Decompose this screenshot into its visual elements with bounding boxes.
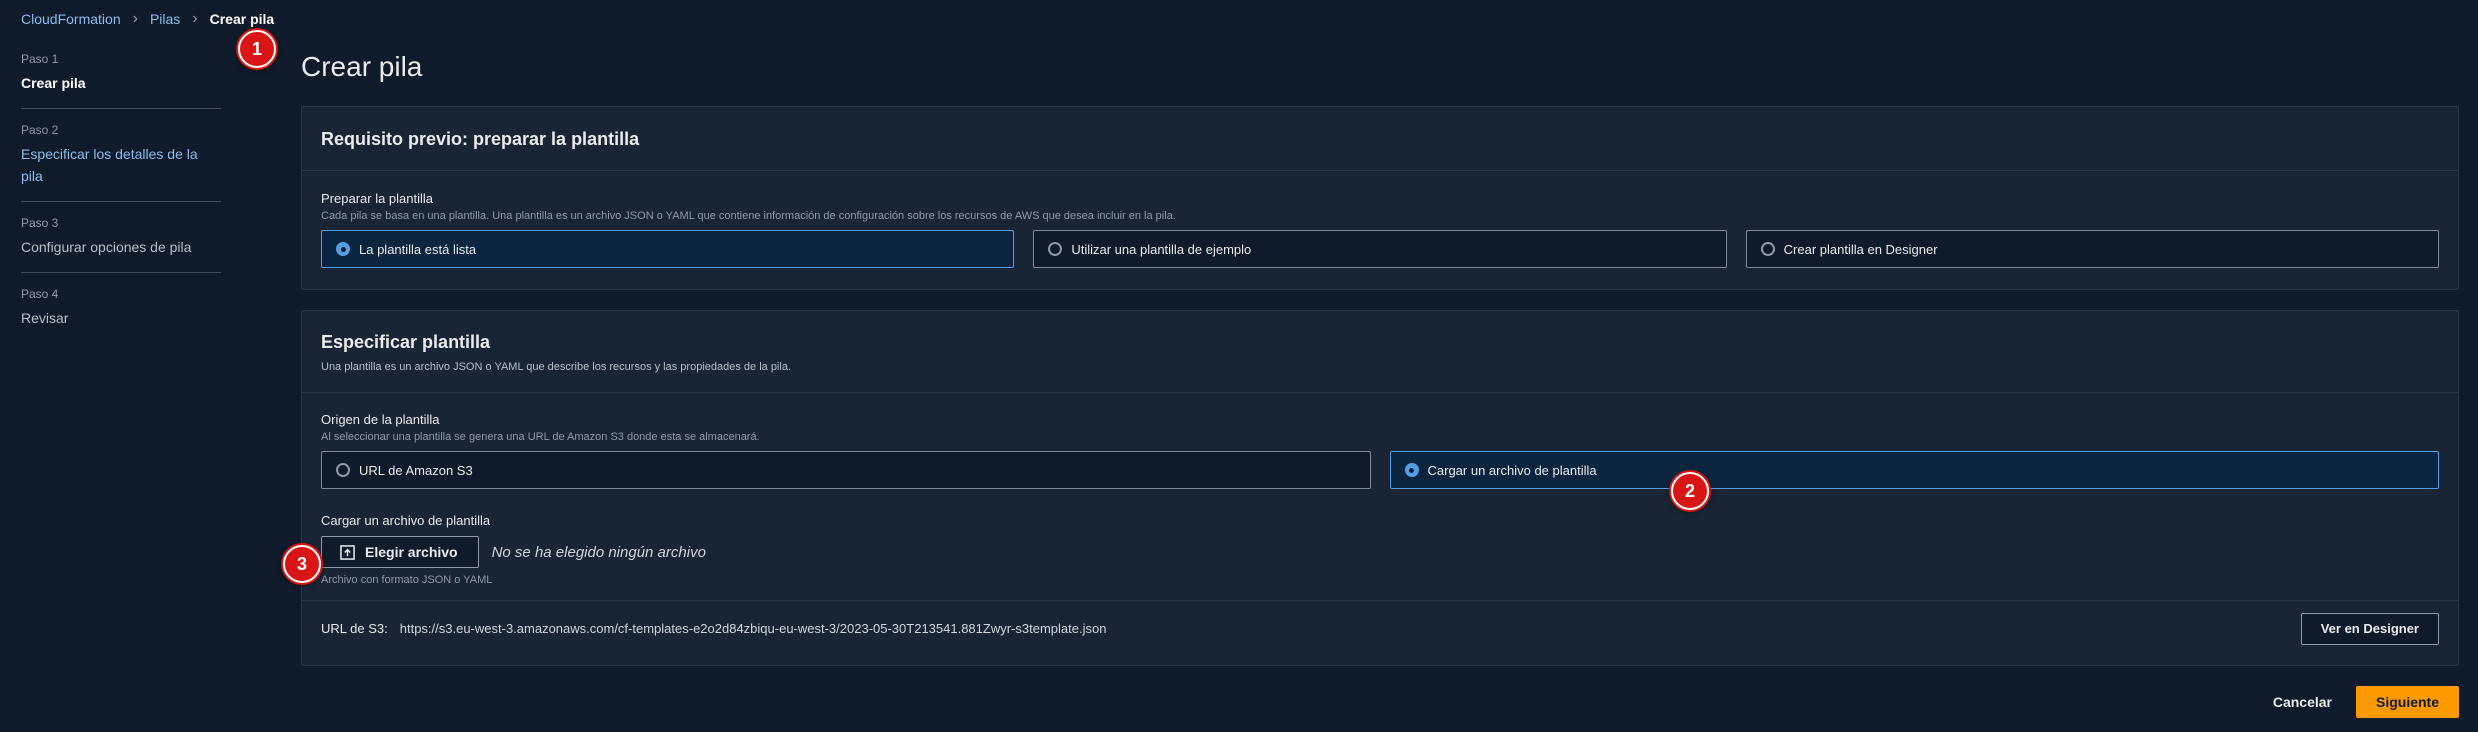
option-create-in-designer[interactable]: Crear plantilla en Designer xyxy=(1745,230,2439,268)
wizard-step-1: Paso 1 Crear pila xyxy=(21,52,221,109)
option-sample-template[interactable]: Utilizar una plantilla de ejemplo xyxy=(1033,230,1727,268)
chevron-right-icon: › xyxy=(192,10,198,27)
specify-template-body: Origen de la plantilla Al seleccionar un… xyxy=(302,393,2458,600)
step-title: Configurar opciones de pila xyxy=(21,239,192,255)
option-upload-template-file[interactable]: Cargar un archivo de plantilla xyxy=(1389,451,2439,489)
specify-template-description: Una plantilla es un archivo JSON o YAML … xyxy=(321,361,791,373)
radio-unselected-icon xyxy=(1048,242,1063,256)
wizard-step-4: Paso 4 Revisar xyxy=(21,287,221,343)
choose-file-button[interactable]: Elegir archivo xyxy=(321,536,479,568)
template-source-options: URL de Amazon S3 Cargar un archivo de pl… xyxy=(321,451,2439,489)
option-label: La plantilla está lista xyxy=(359,241,477,257)
no-file-chosen-text: No se ha elegido ningún archivo xyxy=(491,543,706,561)
wizard-step-2: Paso 2 Especificar los detalles de la pi… xyxy=(21,123,221,202)
step-title: Revisar xyxy=(21,310,69,326)
prepare-template-options: La plantilla está lista Utilizar una pla… xyxy=(321,230,2439,268)
wizard-step-3: Paso 3 Configurar opciones de pila xyxy=(21,216,221,273)
prereq-panel-header: Requisito previo: preparar la plantilla xyxy=(302,107,2458,171)
file-upload-row: Elegir archivo No se ha elegido ningún a… xyxy=(321,536,2439,568)
option-label: Crear plantilla en Designer xyxy=(1783,241,1938,257)
step-title-link[interactable]: Especificar los detalles de la pila xyxy=(21,143,211,187)
chevron-right-icon: › xyxy=(132,10,138,27)
s3-url-footer: URL de S3: https://s3.eu-west-3.amazonaw… xyxy=(302,600,2458,656)
choose-file-label: Elegir archivo xyxy=(365,544,458,560)
template-source-description: Al seleccionar una plantilla se genera u… xyxy=(321,431,760,443)
breadcrumb-cloudformation-link[interactable]: CloudFormation xyxy=(21,11,121,27)
page: CloudFormation › Pilas › Crear pila 1 Pa… xyxy=(0,0,2478,732)
prereq-heading: Requisito previo: preparar la plantilla xyxy=(321,129,640,149)
option-label: Cargar un archivo de plantilla xyxy=(1427,462,1597,478)
option-amazon-s3-url[interactable]: URL de Amazon S3 xyxy=(321,451,1371,489)
step-number: Paso 1 xyxy=(21,52,59,66)
s3-url-value: https://s3.eu-west-3.amazonaws.com/cf-te… xyxy=(399,621,1107,636)
breadcrumb-pilas-link[interactable]: Pilas xyxy=(150,11,180,27)
specify-template-panel: Especificar plantilla Una plantilla es u… xyxy=(301,310,2459,666)
s3-url-label: URL de S3: xyxy=(321,621,388,636)
breadcrumb-current: Crear pila xyxy=(209,11,275,27)
radio-unselected-icon xyxy=(336,463,350,477)
template-source-label: Origen de la plantilla xyxy=(321,412,440,427)
wizard-steps-nav: Paso 1 Crear pila Paso 2 Especificar los… xyxy=(21,52,221,357)
step-number: Paso 2 xyxy=(21,123,59,137)
specify-template-header: Especificar plantilla Una plantilla es u… xyxy=(302,311,2458,393)
prepare-template-label: Preparar la plantilla xyxy=(321,191,434,206)
radio-selected-icon xyxy=(1404,463,1419,477)
option-label: URL de Amazon S3 xyxy=(359,462,473,478)
option-label: Utilizar una plantilla de ejemplo xyxy=(1071,241,1252,257)
option-template-ready[interactable]: La plantilla está lista xyxy=(321,230,1015,268)
step-number: Paso 3 xyxy=(21,216,59,230)
annotation-marker-1: 1 xyxy=(238,30,276,68)
upload-file-label: Cargar un archivo de plantilla xyxy=(321,513,491,528)
next-button[interactable]: Siguiente xyxy=(2355,686,2459,718)
wizard-actions: Cancelar Siguiente xyxy=(2273,686,2459,718)
prepare-template-description: Cada pila se basa en una plantilla. Una … xyxy=(321,210,1176,222)
page-title: Crear pila xyxy=(301,51,423,82)
prereq-panel: Requisito previo: preparar la plantilla … xyxy=(301,106,2459,290)
step-number: Paso 4 xyxy=(21,287,59,301)
annotation-marker-2: 2 xyxy=(1671,472,1709,510)
specify-template-heading: Especificar plantilla xyxy=(321,332,491,352)
breadcrumb: CloudFormation › Pilas › Crear pila xyxy=(21,10,275,28)
upload-icon xyxy=(340,544,355,560)
prereq-panel-body: Preparar la plantilla Cada pila se basa … xyxy=(302,171,2458,288)
cancel-button[interactable]: Cancelar xyxy=(2273,694,2332,710)
step-title: Crear pila xyxy=(21,75,86,91)
radio-unselected-icon xyxy=(1760,242,1775,256)
file-format-hint: Archivo con formato JSON o YAML xyxy=(321,574,493,586)
radio-selected-icon xyxy=(336,242,350,256)
view-in-designer-button[interactable]: Ver en Designer xyxy=(2300,612,2439,645)
annotation-marker-3: 3 xyxy=(283,545,321,583)
